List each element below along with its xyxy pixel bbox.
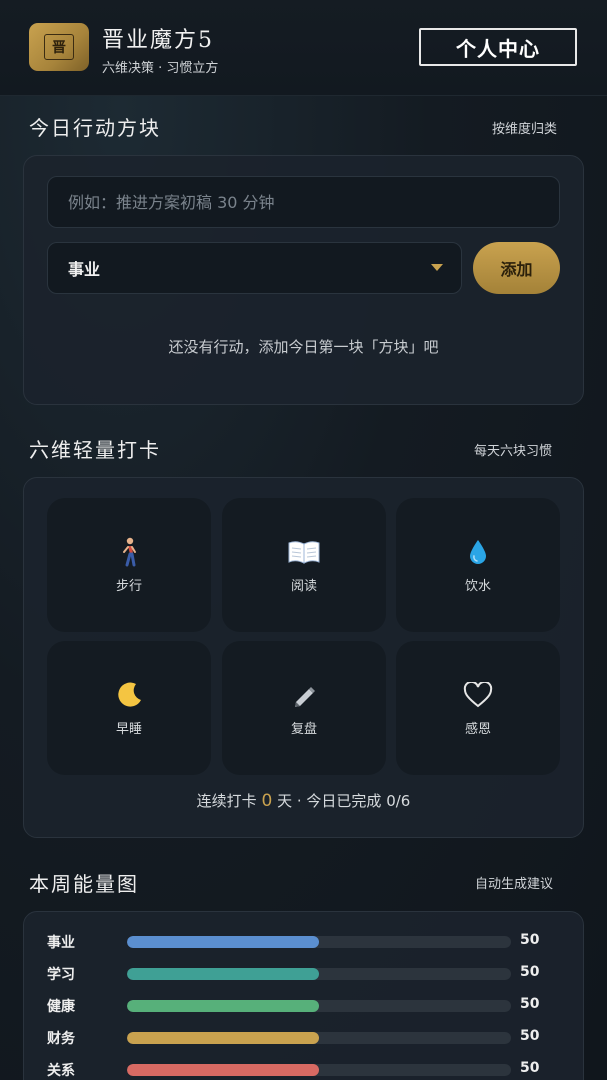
daily-habits-link[interactable]: 每天六块习惯 — [474, 440, 552, 459]
energy-bar-value: 50 — [520, 932, 540, 948]
app-logo: 晋 — [29, 23, 89, 71]
checkin-label: 阅读 — [290, 578, 317, 594]
energy-bar-track — [127, 1032, 511, 1044]
dimension-select-value: 事业 — [68, 260, 101, 279]
energy-bar-value: 50 — [520, 1060, 540, 1076]
energy-bar-row: 事业 50 — [47, 932, 567, 952]
open-book-icon — [287, 537, 321, 567]
energy-bar-label: 事业 — [47, 935, 75, 951]
energy-bar-fill — [127, 968, 319, 980]
dimension-select[interactable]: 事业 — [47, 242, 462, 294]
energy-bar-value: 50 — [520, 964, 540, 980]
energy-bar-label: 财务 — [47, 1031, 75, 1047]
separator: · — [296, 792, 302, 810]
streak-prefix: 连续打卡 — [196, 792, 257, 810]
energy-bar-label: 学习 — [47, 967, 75, 983]
energy-bar-track — [127, 968, 511, 980]
energy-bar-row: 财务 50 — [47, 1028, 567, 1048]
checkin-label: 感恩 — [464, 721, 491, 737]
energy-bar-track — [127, 1000, 511, 1012]
checkin-tile-review[interactable]: 复盘 — [222, 641, 386, 775]
checkin-label: 饮水 — [464, 578, 491, 594]
energy-bar-row: 关系 50 — [47, 1060, 567, 1080]
energy-bar-fill — [127, 1064, 319, 1076]
app-header: 晋 晋业魔方5 六维决策 · 习惯立方 个人中心 — [0, 0, 607, 96]
streak-unit: 天 — [277, 792, 293, 810]
streak-days: 0 — [261, 791, 273, 811]
energy-bar-fill — [127, 1000, 319, 1012]
caret-down-icon — [431, 264, 443, 271]
action-input[interactable] — [47, 176, 560, 228]
add-action-button[interactable]: 添加 — [473, 242, 560, 294]
streak-summary: 连续打卡 0 天 · 今日已完成 0/6 — [23, 790, 584, 811]
auto-suggest-link[interactable]: 自动生成建议 — [475, 873, 553, 892]
heart-icon — [463, 680, 493, 710]
energy-section-title: 本周能量图 — [29, 872, 139, 896]
checkin-tile-sleep[interactable]: 早睡 — [47, 641, 211, 775]
checkin-tile-read[interactable]: 阅读 — [222, 498, 386, 632]
pencil-icon — [290, 680, 318, 710]
checkin-label: 复盘 — [290, 721, 317, 737]
empty-actions-text: 还没有行动，添加今日第一块「方块」吧 — [168, 338, 439, 356]
walking-person-icon — [117, 537, 141, 567]
energy-bar-fill — [127, 936, 319, 948]
energy-bar-label: 健康 — [47, 999, 75, 1015]
profile-button[interactable]: 个人中心 — [419, 28, 577, 66]
today-done: 今日已完成 0/6 — [306, 792, 411, 810]
energy-bar-label: 关系 — [47, 1063, 75, 1079]
checkin-label: 步行 — [115, 578, 142, 594]
checkin-label: 早睡 — [115, 721, 142, 737]
energy-bar-row: 健康 50 — [47, 996, 567, 1016]
checkin-tile-walk[interactable]: 步行 — [47, 498, 211, 632]
crescent-moon-icon — [114, 680, 144, 710]
app-subtitle: 六维决策 · 习惯立方 — [102, 61, 219, 76]
energy-bar-fill — [127, 1032, 319, 1044]
energy-bar-track — [127, 936, 511, 948]
checkin-tile-water[interactable]: 饮水 — [396, 498, 560, 632]
energy-bar-track — [127, 1064, 511, 1076]
energy-bar-value: 50 — [520, 1028, 540, 1044]
group-by-dimension-link[interactable]: 按维度归类 — [492, 118, 557, 137]
energy-bar-value: 50 — [520, 996, 540, 1012]
checkin-tile-gratitude[interactable]: 感恩 — [396, 641, 560, 775]
energy-bar-row: 学习 50 — [47, 964, 567, 984]
logo-seal-icon: 晋 — [44, 34, 74, 60]
water-drop-icon — [467, 537, 489, 567]
actions-section-title: 今日行动方块 — [29, 116, 161, 140]
checkin-section-title: 六维轻量打卡 — [29, 438, 161, 462]
app-title: 晋业魔方5 — [102, 28, 214, 53]
